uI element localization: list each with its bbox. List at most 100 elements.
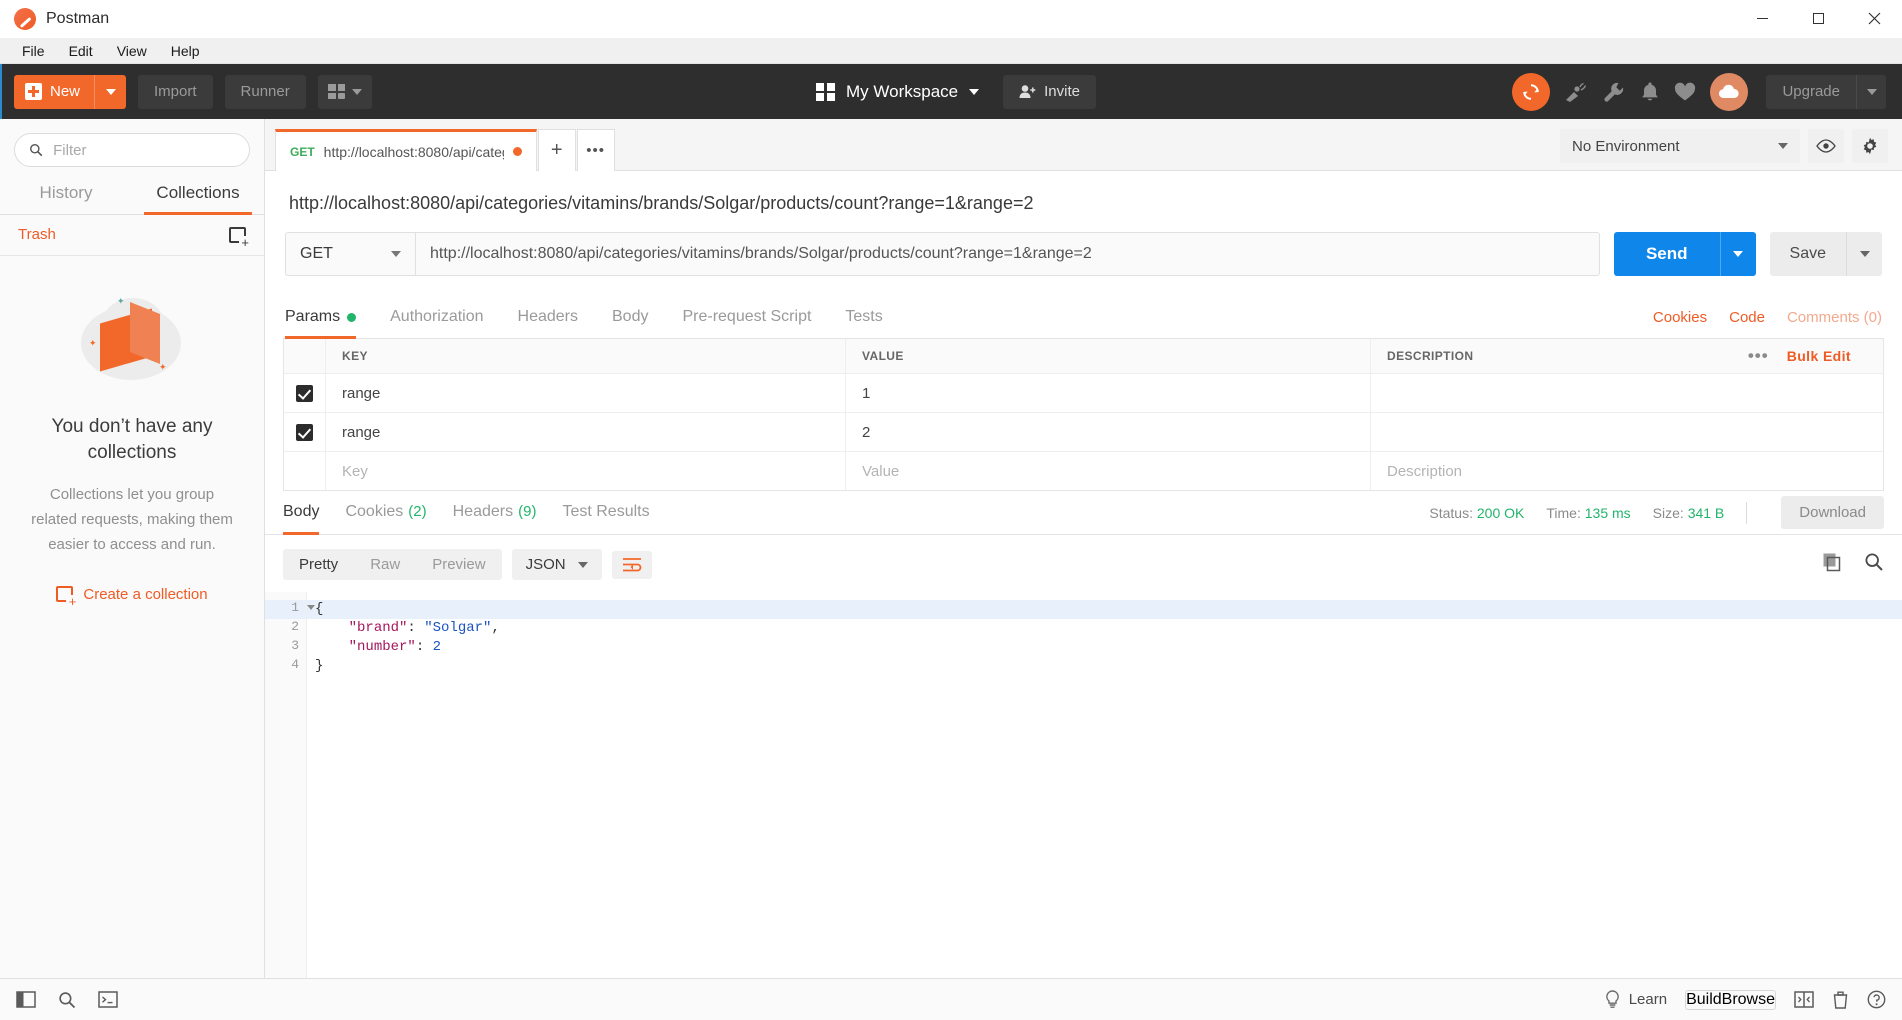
table-row[interactable]: range 2	[284, 413, 1883, 452]
tab-tests[interactable]: Tests	[845, 298, 882, 338]
code-link[interactable]: Code	[1729, 309, 1765, 326]
bulk-edit-link[interactable]: Bulk Edit	[1787, 348, 1851, 364]
send-button[interactable]: Send	[1613, 232, 1720, 276]
row-checkbox[interactable]	[296, 423, 313, 441]
menu-help[interactable]: Help	[159, 43, 212, 59]
upgrade-dropdown-caret[interactable]	[1856, 74, 1886, 109]
close-button[interactable]	[1846, 0, 1902, 37]
new-window-button[interactable]	[317, 74, 372, 109]
new-dropdown-caret[interactable]	[94, 74, 126, 109]
create-collection-label: Create a collection	[83, 585, 208, 603]
response-search-button[interactable]	[1864, 552, 1884, 577]
download-button[interactable]: Download	[1781, 496, 1884, 529]
build-browse-toggle: Build Browse	[1685, 989, 1776, 1010]
word-wrap-button[interactable]	[611, 550, 652, 579]
save-dropdown-caret[interactable]	[1846, 232, 1882, 276]
time-label: Time:	[1546, 504, 1581, 521]
row-key-cell[interactable]: range	[326, 374, 846, 412]
create-collection-icon	[56, 586, 76, 608]
environment-quick-look-button[interactable]	[1808, 129, 1844, 163]
trash-button[interactable]	[1832, 991, 1849, 1009]
sidebar-tab-history[interactable]: History	[0, 177, 132, 214]
filter-input[interactable]	[53, 141, 235, 159]
row-checkbox-cell[interactable]	[284, 413, 326, 451]
save-button[interactable]: Save	[1769, 232, 1846, 276]
layout-button[interactable]	[1794, 991, 1814, 1008]
params-more-icon[interactable]: •••	[1748, 346, 1769, 366]
url-input[interactable]: http://localhost:8080/api/categories/vit…	[415, 232, 1600, 276]
row-value-cell[interactable]: 2	[846, 413, 1371, 451]
sync-icon[interactable]	[1512, 72, 1551, 111]
table-row[interactable]: range 1	[284, 374, 1883, 413]
sidebar-tab-collections[interactable]: Collections	[132, 177, 264, 215]
copy-button[interactable]	[1822, 552, 1842, 577]
filter-area	[0, 119, 264, 177]
row-description-cell[interactable]	[1371, 374, 1883, 412]
satellite-icon[interactable]	[1564, 81, 1588, 103]
runner-button[interactable]: Runner	[224, 74, 306, 109]
empty-row-value-cell[interactable]: Value	[846, 452, 1371, 490]
table-row-empty[interactable]: Key Value Description	[284, 452, 1883, 490]
menu-view[interactable]: View	[105, 43, 159, 59]
response-format-selector[interactable]: JSON	[511, 549, 602, 580]
response-body-code[interactable]: { "brand": "Solgar", "number": 2 }	[307, 592, 1902, 978]
learn-button[interactable]: Learn	[1604, 990, 1667, 1009]
console-button[interactable]	[98, 991, 118, 1008]
row-checkbox[interactable]	[296, 384, 313, 402]
workspace-selector[interactable]: My Workspace	[808, 76, 987, 108]
help-button[interactable]	[1867, 990, 1886, 1009]
tab-headers[interactable]: Headers	[518, 298, 578, 338]
trash-row[interactable]: Trash	[0, 215, 264, 256]
browse-mode-button[interactable]: Browse	[1722, 991, 1775, 1009]
view-mode-raw[interactable]: Raw	[354, 549, 416, 580]
bottom-search-button[interactable]	[58, 991, 76, 1009]
new-button[interactable]: New	[14, 74, 127, 109]
tab-pre-request-script[interactable]: Pre-request Script	[682, 298, 811, 338]
tab-body[interactable]: Body	[612, 298, 648, 338]
sidebar-toggle-button[interactable]	[16, 991, 36, 1008]
menu-file[interactable]: File	[10, 43, 57, 59]
response-tab-body[interactable]: Body	[283, 491, 320, 535]
cookies-link[interactable]: Cookies	[1653, 309, 1707, 326]
upgrade-button[interactable]: Upgrade	[1766, 74, 1886, 109]
tab-options-button[interactable]: •••	[576, 129, 615, 171]
environment-selector[interactable]: No Environment	[1560, 129, 1800, 163]
environment-settings-button[interactable]	[1852, 129, 1888, 163]
row-value-cell[interactable]: 1	[846, 374, 1371, 412]
chevron-down-icon	[1859, 251, 1870, 257]
new-button-label-wrap[interactable]: New	[14, 75, 94, 109]
row-key-cell[interactable]: range	[326, 413, 846, 451]
bell-icon[interactable]	[1640, 81, 1660, 103]
tab-authorization[interactable]: Authorization	[390, 298, 483, 338]
tab-params[interactable]: Params	[285, 298, 357, 339]
response-tab-test-results[interactable]: Test Results	[562, 491, 649, 534]
wrench-icon[interactable]	[1602, 81, 1626, 103]
fold-toggle-icon[interactable]	[307, 605, 315, 610]
build-mode-button[interactable]: Build	[1686, 991, 1722, 1009]
view-mode-pretty[interactable]: Pretty	[283, 549, 354, 580]
row-description-cell[interactable]	[1371, 413, 1883, 451]
response-tab-headers[interactable]: Headers (9)	[453, 491, 537, 534]
minimize-button[interactable]	[1734, 0, 1790, 37]
create-collection-link[interactable]: Create a collection	[56, 585, 208, 608]
comments-link[interactable]: Comments (0)	[1787, 309, 1882, 326]
empty-row-key-cell[interactable]: Key	[326, 452, 846, 490]
maximize-button[interactable]	[1790, 0, 1846, 37]
row-checkbox-cell[interactable]	[284, 374, 326, 412]
filter-box[interactable]	[14, 133, 250, 167]
send-dropdown-caret[interactable]	[1719, 232, 1756, 276]
empty-row-description-cell[interactable]: Description	[1371, 452, 1883, 490]
code-line-3: "number": 2	[315, 639, 441, 655]
heart-icon[interactable]	[1674, 82, 1696, 102]
import-button[interactable]: Import	[138, 74, 213, 109]
new-collection-icon[interactable]	[229, 226, 249, 249]
method-selector[interactable]: GET	[285, 232, 415, 276]
request-tab[interactable]: GET http://localhost:8080/api/categor	[275, 129, 537, 171]
grid-icon	[816, 82, 836, 101]
response-tab-cookies[interactable]: Cookies (2)	[345, 491, 426, 534]
view-mode-preview[interactable]: Preview	[416, 549, 501, 580]
invite-button[interactable]: Invite	[1003, 74, 1096, 109]
menu-edit[interactable]: Edit	[57, 43, 105, 59]
cloud-icon[interactable]	[1710, 72, 1749, 111]
new-tab-button[interactable]: +	[537, 129, 576, 171]
